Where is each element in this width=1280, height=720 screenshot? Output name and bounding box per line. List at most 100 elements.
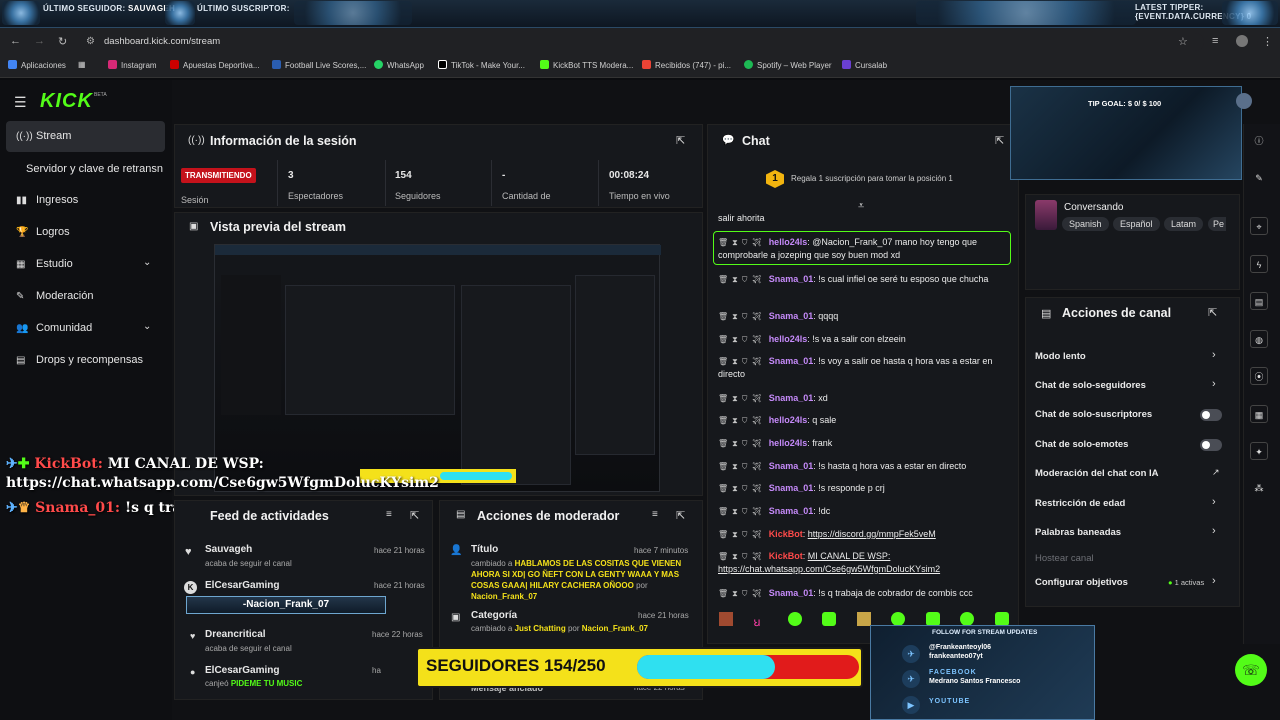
activity-user[interactable]: Dreancritical — [205, 629, 266, 640]
popout-icon[interactable]: ⇱ — [676, 134, 685, 147]
subscribers-only-toggle[interactable] — [1200, 409, 1222, 421]
bookmark-star-icon[interactable]: ☆ — [1178, 35, 1188, 48]
tag-chip[interactable]: Pe — [1208, 217, 1226, 231]
chevron-down-icon[interactable]: ⌄ — [143, 257, 151, 268]
bookmark-kickbot[interactable]: KickBot TTS Modera... — [540, 60, 633, 70]
bookmark-apps[interactable]: Aplicaciones — [8, 60, 66, 70]
emote-icon[interactable]: ꞟ — [753, 613, 767, 629]
chat-username[interactable]: Snama_01 — [769, 588, 814, 598]
edit-icon[interactable]: ✎ — [1250, 169, 1268, 187]
chat-username[interactable]: hello24ls — [769, 415, 808, 425]
action-slow-mode[interactable]: Modo lento — [1035, 351, 1086, 362]
apps-grid-icon[interactable]: ▦ — [78, 60, 86, 69]
popout-icon[interactable]: ⇱ — [995, 134, 1004, 147]
popout-icon[interactable]: ⇱ — [1208, 306, 1217, 319]
filter-icon[interactable]: ≡ — [652, 509, 658, 520]
chevron-right-icon[interactable]: › — [1212, 575, 1216, 587]
info-icon[interactable]: ⓘ — [1250, 132, 1268, 150]
bookmark-instagram[interactable]: Instagram — [108, 60, 157, 70]
bookmark-gmail[interactable]: Recibidos (747) - pi... — [642, 60, 731, 70]
emote-icon[interactable] — [822, 612, 837, 626]
emotes-only-toggle[interactable] — [1200, 439, 1222, 451]
chat-username[interactable]: Snama_01 — [769, 506, 814, 516]
user-avatar[interactable] — [1236, 93, 1252, 109]
action-emotes-only[interactable]: Chat de solo-emotes — [1035, 439, 1128, 450]
action-followers-only[interactable]: Chat de solo-seguidores — [1035, 380, 1146, 391]
chat-username[interactable]: Snama_01 — [769, 393, 814, 403]
chat-username[interactable]: Snama_01 — [769, 274, 814, 284]
reload-icon[interactable]: ↻ — [58, 35, 67, 48]
chevron-right-icon[interactable]: › — [1212, 349, 1216, 361]
kick-logo[interactable]: KICK — [40, 90, 93, 113]
activity-user[interactable]: ElCesarGaming — [205, 580, 279, 591]
emote-icon[interactable] — [994, 612, 1009, 626]
document-icon[interactable]: ▤ — [1250, 292, 1268, 310]
filter-icon[interactable]: ≡ — [386, 509, 392, 520]
stack-icon[interactable]: ▦ — [1250, 405, 1268, 423]
popout-icon[interactable]: ⇱ — [410, 509, 419, 522]
emote-icon[interactable] — [960, 612, 975, 626]
chevron-right-icon[interactable]: › — [1212, 496, 1216, 508]
popout-icon[interactable]: ⇱ — [676, 509, 685, 522]
emote-icon[interactable] — [891, 612, 906, 626]
tag-chip[interactable]: Español — [1113, 217, 1160, 231]
chat-username[interactable]: Snama_01 — [769, 461, 814, 471]
message-icon[interactable]: ◍ — [1250, 330, 1268, 348]
tag-chip[interactable]: Spanish — [1062, 217, 1109, 231]
broadcast-icon[interactable]: ⦿ — [1250, 367, 1268, 385]
chat-username[interactable]: Snama_01 — [769, 311, 814, 321]
emote-icon[interactable] — [719, 612, 733, 626]
external-link-icon[interactable]: ↗ — [1212, 467, 1220, 478]
address-bar[interactable]: dashboard.kick.com/stream — [80, 33, 1204, 51]
more-icon[interactable]: ⁂ — [1250, 479, 1268, 497]
chat-username[interactable]: KickBot — [769, 529, 803, 539]
action-ai-moderation[interactable]: Moderación del chat con IA — [1035, 468, 1159, 479]
forward-icon[interactable]: → — [34, 35, 45, 47]
sidebar-item-ingresos[interactable]: ▮▮ Ingresos — [16, 194, 78, 206]
chat-username[interactable]: hello24ls — [769, 334, 808, 344]
menu-kebab-icon[interactable]: ⋮ — [1262, 35, 1273, 48]
sidebar-item-moderacion[interactable]: ✎ Moderación — [16, 290, 93, 302]
bookmark-tiktok[interactable]: TikTok - Make Your... — [438, 60, 525, 70]
chat-username[interactable]: hello24ls — [769, 237, 808, 247]
sidebar-item-estudio[interactable]: ▦ Estudio — [16, 258, 73, 270]
action-subscribers-only[interactable]: Chat de solo-suscriptores — [1035, 409, 1152, 420]
emote-icon[interactable] — [925, 612, 940, 626]
chat-username[interactable]: Snama_01 — [769, 356, 814, 366]
activity-user[interactable]: ElCesarGaming — [205, 665, 279, 676]
back-icon[interactable]: ← — [10, 35, 21, 47]
pin-collapse-icon[interactable]: ⩡ — [858, 200, 864, 213]
lightning-icon[interactable]: ϟ — [1250, 255, 1268, 273]
emote-icon[interactable] — [856, 612, 871, 626]
chat-username[interactable]: hello24ls — [769, 438, 808, 448]
media-icon[interactable]: ≡ — [1212, 35, 1218, 47]
chevron-right-icon[interactable]: › — [1212, 378, 1216, 390]
chevron-down-icon[interactable]: ⌄ — [143, 321, 151, 332]
help-chat-button[interactable]: ☏ — [1235, 654, 1267, 686]
bookmark-cursalab[interactable]: Cursalab — [842, 60, 887, 70]
chat-username[interactable]: Snama_01 — [769, 483, 814, 493]
wrench-icon[interactable]: ✦ — [1250, 442, 1268, 460]
bookmark-apuestas[interactable]: Apuestas Deportiva... — [170, 60, 259, 70]
category-thumbnail[interactable] — [1035, 200, 1057, 230]
chevron-right-icon[interactable]: › — [1212, 525, 1216, 537]
hamburger-menu-icon[interactable]: ☰ — [14, 94, 27, 111]
action-age-restriction[interactable]: Restricción de edad — [1035, 498, 1125, 509]
bookmark-whatsapp[interactable]: WhatsApp — [374, 60, 424, 70]
sidebar-item-drops[interactable]: ▤ Drops y recompensas — [16, 354, 143, 366]
profile-avatar[interactable] — [1236, 35, 1248, 47]
site-info-icon[interactable]: ⚙ — [86, 36, 95, 47]
sidebar-item-logros[interactable]: 🏆 Logros — [16, 226, 70, 238]
sidebar-item-stream[interactable]: ((·)) Stream — [16, 130, 71, 142]
stream-preview-video[interactable] — [214, 244, 661, 492]
emote-icon[interactable] — [787, 612, 802, 626]
clip-icon[interactable]: ⌖ — [1250, 217, 1268, 235]
chat-username[interactable]: KickBot — [769, 551, 803, 561]
tag-chip[interactable]: Latam — [1164, 217, 1204, 231]
activity-user[interactable]: Sauvageh — [205, 544, 252, 555]
gift-sub-prompt[interactable]: Regala 1 suscripción para tomar la posic… — [791, 174, 953, 183]
bookmark-spotify[interactable]: Spotify – Web Player — [744, 60, 832, 70]
sidebar-item-comunidad[interactable]: 👥 Comunidad — [16, 322, 92, 334]
action-banned-words[interactable]: Palabras baneadas — [1035, 527, 1121, 538]
bookmark-football[interactable]: Football Live Scores,... — [272, 60, 366, 70]
